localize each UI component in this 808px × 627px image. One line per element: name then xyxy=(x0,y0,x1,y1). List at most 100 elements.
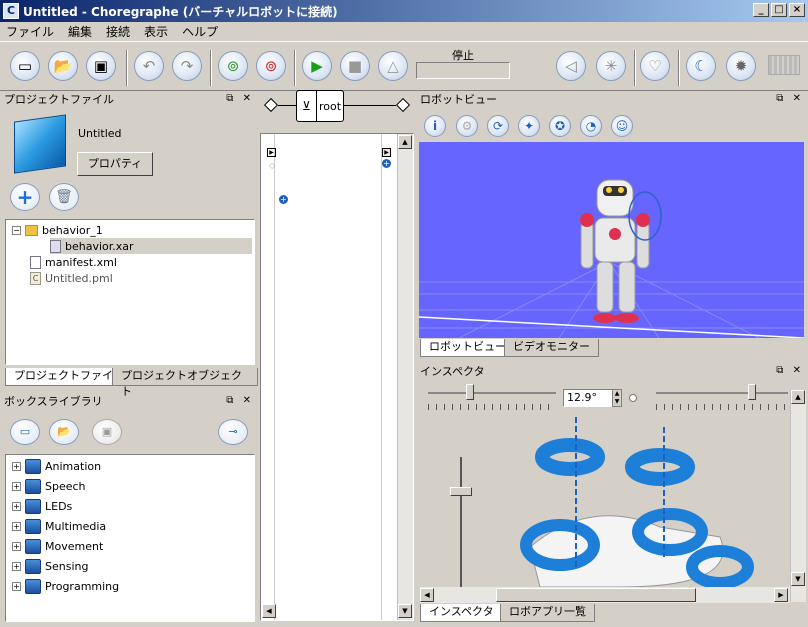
tree-item-pml[interactable]: C Untitled.pml xyxy=(30,270,113,286)
tree-item-behavior-folder[interactable]: − behavior_1 xyxy=(12,222,103,238)
tab-robot-view[interactable]: ロボットビュー xyxy=(420,339,515,357)
library-folder-icon xyxy=(25,578,41,594)
head-select-icon[interactable]: ◔ xyxy=(580,115,602,137)
scroll-left-icon[interactable]: ◀ xyxy=(420,588,434,602)
root-label: root xyxy=(319,99,342,113)
search-icon[interactable]: ⊸ xyxy=(218,419,248,445)
library-item-animation[interactable]: + Animation xyxy=(12,458,101,474)
undo-icon[interactable]: ↶ xyxy=(134,51,164,81)
inspector-vertical-scrollbar[interactable] xyxy=(790,390,806,602)
save-project-icon[interactable]: ▣ xyxy=(86,51,116,81)
disconnect-icon[interactable]: ⊚ xyxy=(256,51,286,81)
rest-moon-icon[interactable]: ☾ xyxy=(686,51,716,81)
joints-icon[interactable]: ⚙ xyxy=(456,115,478,137)
tab-robot-apps[interactable]: ロボアプリ一覧 xyxy=(500,604,595,622)
add-file-icon[interactable]: + xyxy=(10,183,40,211)
debug-icon[interactable]: △ xyxy=(378,51,408,81)
inspector-panel: インスペクタ ⧉ ✕ 12.9° ▲ ▼ ▲ ▼ ◀ ▶ インスペクタ ロボアプリ… xyxy=(416,362,808,624)
scroll-down-icon[interactable]: ▼ xyxy=(791,572,805,586)
panel-float-close-icon[interactable]: ⧉ ✕ xyxy=(226,395,254,406)
properties-button[interactable]: プロパティ xyxy=(77,152,153,176)
joint-select-icon[interactable]: ⟳ xyxy=(487,115,509,137)
breadcrumb-root[interactable]: ⊻ root xyxy=(296,90,344,122)
new-box-library-icon[interactable]: ▭ xyxy=(10,419,40,445)
star-select-icon[interactable]: ✦ xyxy=(518,115,540,137)
tab-video-monitor[interactable]: ビデオモニター xyxy=(504,339,599,357)
scroll-left-icon[interactable]: ◀ xyxy=(262,604,276,618)
add-input-icon[interactable]: + xyxy=(279,195,288,204)
slider-thumb-right[interactable] xyxy=(748,384,756,400)
menu-help[interactable]: ヘルプ xyxy=(182,23,218,40)
volume-icon[interactable]: ◁ xyxy=(556,51,586,81)
connect-icon[interactable]: ⊚ xyxy=(218,51,248,81)
library-item-movement[interactable]: + Movement xyxy=(12,538,103,554)
menu-connect[interactable]: 接続 xyxy=(106,23,130,40)
box-library-panel: ボックスライブラリ ⧉ ✕ ▭ 📂 ▣ ⊸ + Animation + Speech… xyxy=(0,392,258,624)
breadcrumb-start-diamond xyxy=(263,97,279,113)
breadcrumb-end-diamond xyxy=(395,97,411,113)
save-box-library-icon[interactable]: ▣ xyxy=(92,419,122,445)
wake-up-icon[interactable]: ✹ xyxy=(726,51,756,81)
behavior-progress-bar xyxy=(416,62,510,79)
menu-file[interactable]: ファイル xyxy=(6,23,54,40)
close-button[interactable]: × xyxy=(789,3,805,17)
tree-item-manifest[interactable]: manifest.xml xyxy=(30,254,117,270)
library-item-programming[interactable]: + Programming xyxy=(12,578,119,594)
stop-icon[interactable]: ■ xyxy=(340,51,370,81)
tab-project-objects[interactable]: プロジェクトオブジェクト xyxy=(112,368,258,398)
pml-file-icon: C xyxy=(30,271,41,285)
panel-float-close-icon[interactable]: ⧉ ✕ xyxy=(226,93,254,104)
flow-vertical-scrollbar[interactable] xyxy=(397,134,413,620)
gear-select-icon[interactable]: ✪ xyxy=(549,115,571,137)
menu-edit[interactable]: 編集 xyxy=(68,23,92,40)
new-project-icon[interactable]: ▭ xyxy=(10,51,40,81)
delete-file-icon[interactable]: 🗑 xyxy=(49,183,79,211)
inspector-panel-title: インスペクタ xyxy=(420,365,485,378)
slider-ticks-right xyxy=(656,404,788,410)
angle-value-field[interactable]: 12.9° xyxy=(563,389,619,407)
panel-float-close-icon[interactable]: ⧉ ✕ xyxy=(776,365,804,376)
library-item-leds[interactable]: + LEDs xyxy=(12,498,72,514)
info-icon[interactable]: i xyxy=(424,115,446,137)
mode-radio[interactable] xyxy=(629,394,637,402)
scroll-down-icon[interactable]: ▼ xyxy=(398,604,412,618)
tab-inspector[interactable]: インスペクタ xyxy=(420,604,503,622)
slider-thumb-left[interactable] xyxy=(466,384,474,400)
library-folder-icon xyxy=(25,538,41,554)
library-folder-icon xyxy=(25,518,41,534)
output-stop-icon[interactable]: ▶ xyxy=(382,148,391,157)
project-panel-title: プロジェクトファイル xyxy=(4,93,114,106)
joint-3d-view[interactable] xyxy=(420,417,790,587)
maximize-button[interactable]: □ xyxy=(771,3,787,17)
angle-spinner-icon[interactable]: ▲ ▼ xyxy=(612,389,622,407)
robot-3d-viewport[interactable] xyxy=(419,142,804,338)
slider-track-right xyxy=(656,392,788,394)
folder-icon xyxy=(25,224,38,236)
tree-item-behavior-xar[interactable]: behavior.xar xyxy=(50,238,252,254)
panel-float-close-icon[interactable]: ⧉ ✕ xyxy=(776,93,804,104)
scroll-up-icon[interactable]: ▲ xyxy=(398,135,412,149)
scroll-up-icon[interactable]: ▲ xyxy=(791,390,805,404)
flow-diagram-panel: ⊻ root ▶ ◇ + ▶ + ▲ ▼ ◀ xyxy=(258,90,416,624)
scroll-right-icon[interactable]: ▶ xyxy=(774,588,788,602)
input-port-icon: ◇ xyxy=(269,161,276,170)
minimize-button[interactable]: _ xyxy=(753,3,769,17)
library-item-sensing[interactable]: + Sensing xyxy=(12,558,88,574)
open-project-icon[interactable]: 📂 xyxy=(48,51,78,81)
slider-track-left xyxy=(428,392,556,394)
library-item-speech[interactable]: + Speech xyxy=(12,478,86,494)
menu-view[interactable]: 表示 xyxy=(144,23,168,40)
stiffness-icon[interactable]: ✳ xyxy=(596,51,626,81)
input-start-icon[interactable]: ▶ xyxy=(267,148,276,157)
menu-bar: ファイル 編集 接続 表示 ヘルプ xyxy=(0,22,808,40)
add-output-icon[interactable]: + xyxy=(382,159,391,168)
flow-canvas[interactable]: ▶ ◇ + ▶ + ▲ ▼ ◀ xyxy=(260,133,414,621)
panel-header: プロジェクトファイル xyxy=(0,90,258,108)
face-icon[interactable]: ☺ xyxy=(611,115,633,137)
redo-icon[interactable]: ↷ xyxy=(172,51,202,81)
library-item-multimedia[interactable]: + Multimedia xyxy=(12,518,106,534)
play-icon[interactable]: ▶ xyxy=(302,51,332,81)
heart-icon[interactable]: ♡ xyxy=(640,51,670,81)
horizontal-scroll-thumb[interactable] xyxy=(496,588,696,602)
open-box-library-icon[interactable]: 📂 xyxy=(49,419,79,445)
